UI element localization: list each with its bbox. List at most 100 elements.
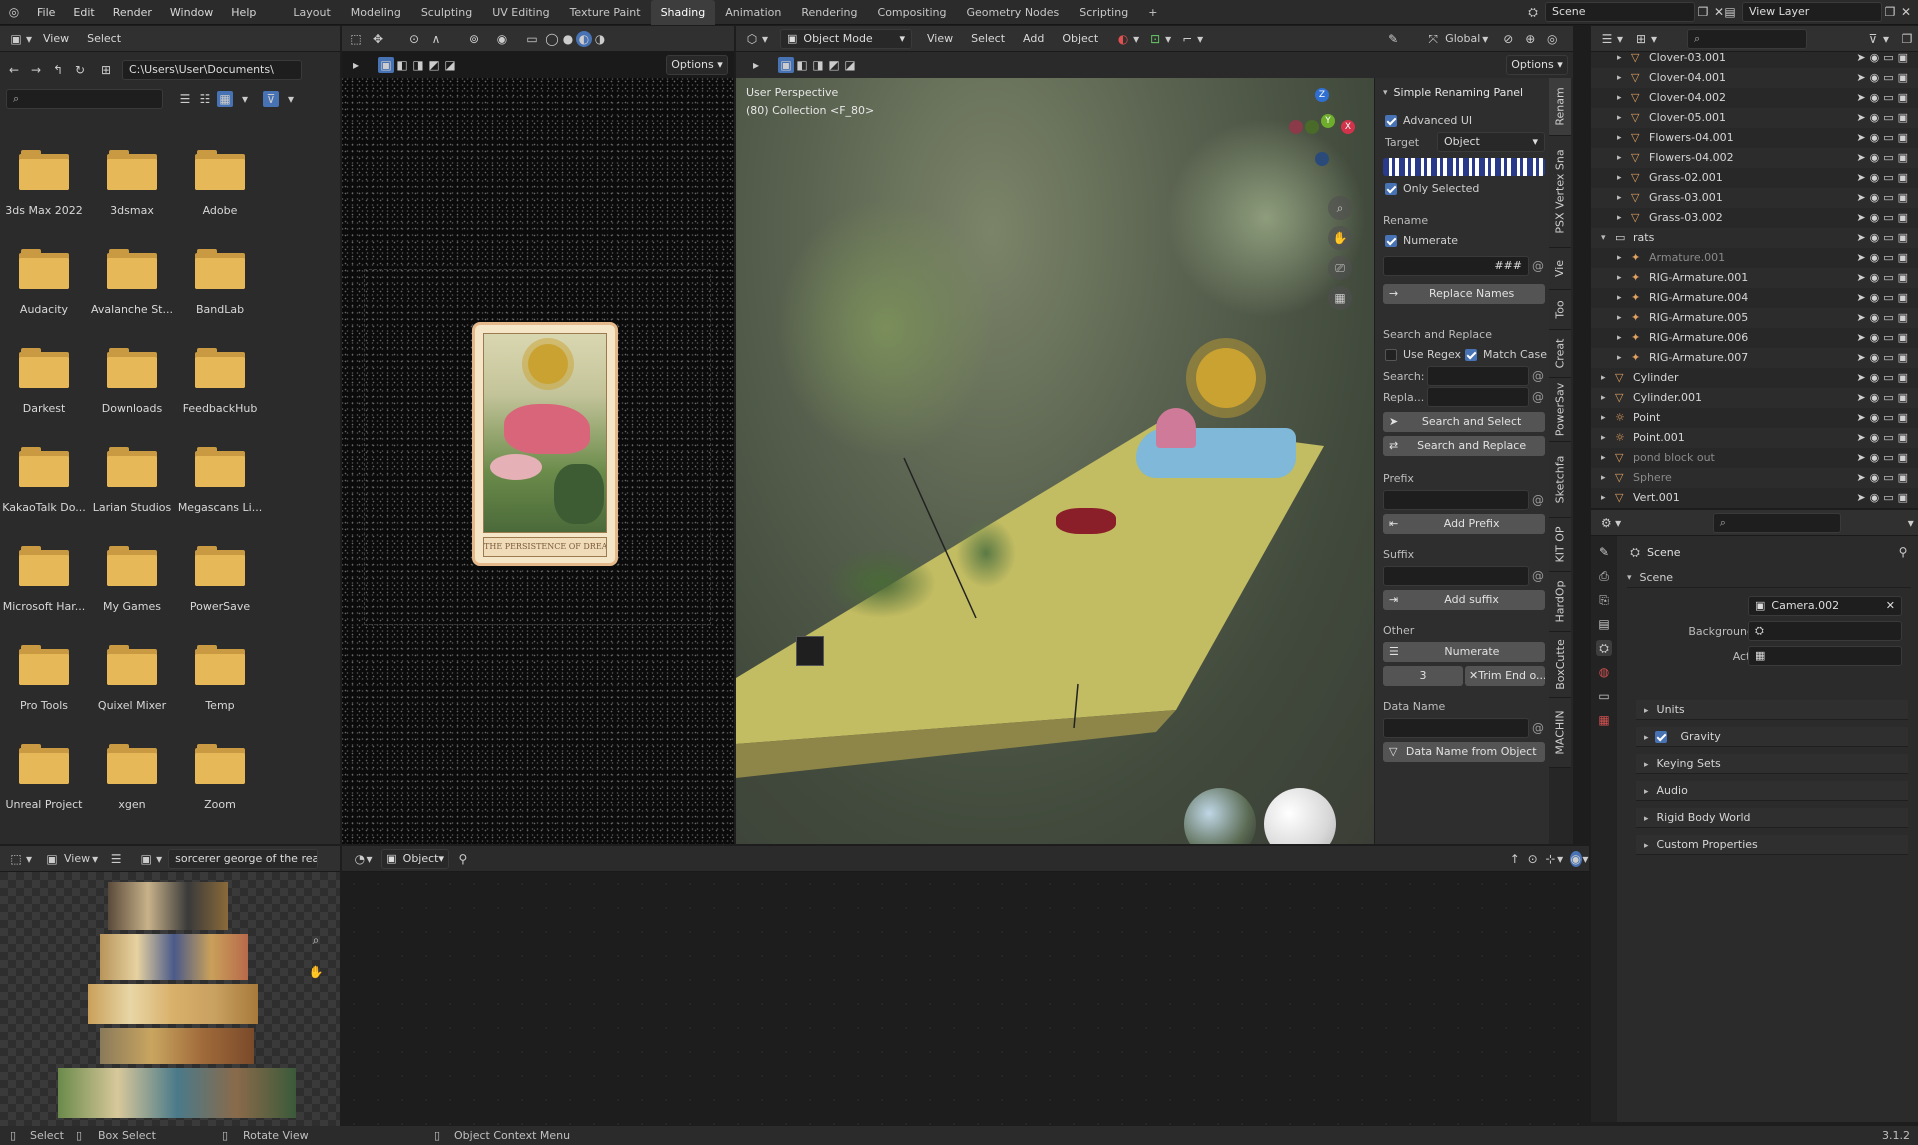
sidebar-tab[interactable]: PSX Vertex Sna [1549,136,1571,248]
duplicate-scene-icon[interactable]: ❐ [1695,4,1711,20]
expand-arrow-icon[interactable]: ▸ [1617,108,1622,128]
monitor-icon[interactable]: ▭ [1883,411,1897,424]
tab-sculpting[interactable]: Sculpting [411,0,482,25]
chevron-down-icon[interactable]: ▾ [760,31,770,47]
pin-icon[interactable]: ⚲ [1895,544,1911,560]
eye-icon[interactable]: ◉ [1870,171,1884,184]
camera-render-icon[interactable]: ▣ [1898,71,1912,84]
expand-arrow-icon[interactable]: ▸ [1617,148,1622,168]
select-extend-icon[interactable]: ◧ [394,57,410,73]
visibility-toggles[interactable]: ➤◉▭▣ [1856,248,1912,268]
node-overlay-icon[interactable]: ⊹ [1545,851,1557,867]
camera-render-icon[interactable]: ▣ [1898,411,1912,424]
folder-item[interactable]: Larian Studios [88,433,176,532]
expand-arrow-icon[interactable]: ▸ [1617,288,1622,308]
eye-icon[interactable]: ◉ [1870,431,1884,444]
eye-icon[interactable]: ◉ [1870,391,1884,404]
view-mode-icon[interactable]: ▣ [44,851,60,867]
expand-arrow-icon[interactable]: ▸ [1601,488,1606,508]
monitor-icon[interactable]: ▭ [1883,491,1897,504]
gizmo-neg-z[interactable] [1315,152,1329,166]
visibility-toggles[interactable]: ➤◉▭▣ [1856,408,1912,428]
close-icon[interactable]: ✕ [1886,597,1895,615]
chevron-down-icon[interactable]: ▾ [1903,515,1918,531]
select-arrow-icon[interactable]: ➤ [1856,211,1869,224]
falloff-icon[interactable]: ∧ [428,31,444,47]
camera-render-icon[interactable]: ▣ [1898,371,1912,384]
expand-arrow-icon[interactable]: ▸ [1617,128,1622,148]
transform-orientation-icon[interactable]: ⤧ [1425,31,1441,47]
replace-names-button[interactable]: → Replace Names [1383,284,1545,304]
visibility-toggles[interactable]: ➤◉▭▣ [1856,68,1912,88]
camera-render-icon[interactable]: ▣ [1898,311,1912,324]
chevron-down-icon[interactable]: ▾ [1582,851,1589,867]
suffix-input[interactable] [1383,566,1529,586]
sidebar-tab[interactable]: Renam [1549,78,1571,136]
visibility-toggles[interactable]: ➤◉▭▣ [1856,148,1912,168]
duplicate-view-layer-icon[interactable]: ❐ [1882,4,1898,20]
eye-icon[interactable]: ◉ [1870,491,1884,504]
gizmo-toggle-icon[interactable]: ⊡ [1147,31,1163,47]
menu-help[interactable]: Help [222,0,265,25]
expand-arrow-icon[interactable]: ▸ [1617,48,1622,68]
folder-item[interactable]: 3ds Max 2022 [0,136,88,235]
eye-icon[interactable]: ◉ [1870,191,1884,204]
eye-icon[interactable]: ◉ [1870,411,1884,424]
outliner-row[interactable]: ▸ ▽ Clover-03.001 ➤◉▭▣ [1591,48,1918,68]
select-box-icon[interactable]: ▣ [778,57,794,73]
monitor-icon[interactable]: ▭ [1883,151,1897,164]
bottom-view-menu[interactable]: View [64,852,90,865]
camera-view-icon[interactable]: ⎚ [1328,256,1352,280]
folder-item[interactable]: KakaoTalk Do... [0,433,88,532]
select-extend-icon[interactable]: ◧ [794,57,810,73]
expand-arrow-icon[interactable]: ▸ [1601,448,1606,468]
camera-render-icon[interactable]: ▣ [1898,291,1912,304]
folder-item[interactable]: 3dsmax [88,136,176,235]
overlay-icon[interactable]: ◉ [494,31,510,47]
camera-render-icon[interactable]: ▣ [1898,251,1912,264]
visibility-toggles[interactable]: ➤◉▭▣ [1856,428,1912,448]
select-arrow-icon[interactable]: ➤ [1856,171,1869,184]
outliner-row[interactable]: ▸ ✦ RIG-Armature.006 ➤◉▭▣ [1591,328,1918,348]
at-symbol-icon[interactable]: @ [1530,720,1546,736]
visibility-toggles[interactable]: ➤◉▭▣ [1856,348,1912,368]
menu-window[interactable]: Window [161,0,222,25]
sidebar-tab[interactable]: Too [1549,290,1571,330]
select-box-icon[interactable]: ▣ [378,57,394,73]
sidebar-tab[interactable]: KIT OP [1549,518,1571,572]
eye-icon[interactable]: ◉ [1870,51,1884,64]
eye-icon[interactable]: ◉ [1870,71,1884,84]
gizmo-z-axis[interactable]: Z [1315,88,1329,102]
select-intersect-icon[interactable]: ◪ [442,57,458,73]
at-symbol-icon[interactable]: @ [1530,492,1546,508]
only-selected-checkbox[interactable]: Only Selected [1385,182,1479,195]
visibility-toggles[interactable]: ➤◉▭▣ [1856,328,1912,348]
detail-view-icon[interactable]: ☷ [197,91,213,107]
search-and-replace-button[interactable]: ⇄ Search and Replace [1383,436,1545,456]
visibility-toggles[interactable]: ➤◉▭▣ [1856,208,1912,228]
select-arrow-icon[interactable]: ➤ [1856,71,1869,84]
camera-render-icon[interactable]: ▣ [1898,191,1912,204]
monitor-icon[interactable]: ▭ [1883,291,1897,304]
data-name-input[interactable] [1383,718,1529,738]
trim-end-button[interactable]: ✕ Trim End o... [1465,666,1545,686]
properties-section-header[interactable]: ▸ Rigid Body World [1636,808,1908,828]
chevron-down-icon[interactable]: ▾ [1131,31,1141,47]
search-and-select-button[interactable]: ➤ Search and Select [1383,412,1545,432]
parent-dir-icon[interactable]: ↰ [50,62,66,78]
select-arrow-icon[interactable]: ➤ [1856,191,1869,204]
expand-arrow-icon[interactable]: ▸ [1617,88,1622,108]
render-properties-icon[interactable]: ⎙ [1596,568,1612,584]
visibility-toggles[interactable]: ➤◉▭▣ [1856,128,1912,148]
camera-render-icon[interactable]: ▣ [1898,391,1912,404]
file-search-input[interactable]: ⌕ [6,89,163,109]
wireframe-shading-icon[interactable]: ◯ [544,31,560,47]
select-invert-icon[interactable]: ◩ [826,57,842,73]
select-arrow-icon[interactable]: ➤ [1856,371,1869,384]
folder-item[interactable]: Audacity [0,235,88,334]
eyedropper-icon[interactable]: ✎ [1385,31,1401,47]
material-shading-icon[interactable]: ◐ [576,30,592,47]
chevron-down-icon[interactable]: ▾ [154,851,164,867]
folder-item[interactable]: Temp [176,631,264,730]
advanced-ui-checkbox[interactable]: Advanced UI [1385,114,1472,127]
